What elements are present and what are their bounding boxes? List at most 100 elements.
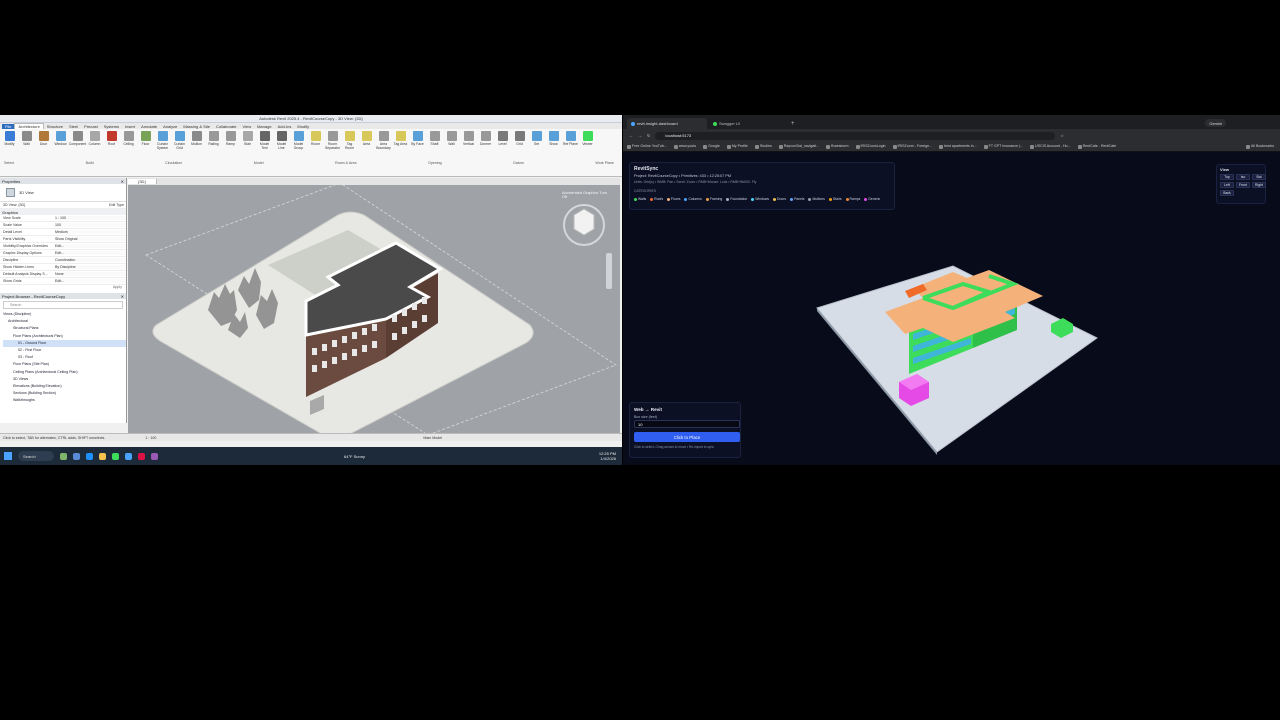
ribbon-tab-12[interactable]: Manage <box>254 124 274 129</box>
bookmark-item[interactable]: www.youtu <box>673 144 696 149</box>
ribbon-button[interactable]: Ceiling <box>121 131 136 174</box>
ribbon-button[interactable]: Show <box>546 131 561 174</box>
widgets-icon[interactable] <box>60 452 67 460</box>
bookmark-item[interactable]: best apartments in... <box>939 144 977 149</box>
reload-icon[interactable]: ↻ <box>647 133 650 138</box>
category-toggle[interactable]: Columns <box>684 197 702 201</box>
ribbon-button[interactable]: Curtain Grid <box>172 131 187 174</box>
ribbon-tab-9[interactable]: Massing & Site <box>180 124 213 129</box>
ribbon-button[interactable]: Set <box>529 131 544 174</box>
ribbon-tab-6[interactable]: Insert <box>122 124 138 129</box>
ribbon-tab-11[interactable]: View <box>239 124 254 129</box>
ribbon-button[interactable]: Floor <box>138 131 153 174</box>
box-size-input[interactable]: 10 <box>634 420 740 428</box>
ribbon-tab-13[interactable]: Add-Ins <box>275 124 295 129</box>
address-bar[interactable]: localhost:5173 <box>655 131 1056 140</box>
ribbon-button[interactable]: Grid <box>512 131 527 174</box>
ribbon-tab-2[interactable]: Structure <box>44 124 66 129</box>
bookmark-item[interactable]: Brainstorm <box>826 144 849 149</box>
bookmark-item[interactable]: USCIS Account - Ho... <box>1030 144 1071 149</box>
view-button-bot[interactable]: Bot <box>1252 174 1266 180</box>
browser-tree-item[interactable]: Ceiling Plans (Architectural Ceiling Pla… <box>3 369 126 376</box>
app-icon[interactable] <box>138 452 145 460</box>
ribbon-tab-0[interactable]: File <box>2 123 15 129</box>
file-explorer-icon[interactable] <box>99 452 106 460</box>
bookmark-item[interactable]: My Profile <box>726 144 748 149</box>
property-value[interactable]: Edit... <box>55 244 126 248</box>
new-tab-icon[interactable]: + <box>791 121 795 127</box>
bookmark-item[interactable]: IRISZoomLogin <box>855 144 886 149</box>
category-toggle[interactable]: Roofs <box>650 197 663 201</box>
ribbon-button[interactable]: Room <box>308 131 323 174</box>
ribbon-button[interactable]: Door <box>36 131 51 174</box>
property-value[interactable]: Medium <box>55 230 126 234</box>
windows-start-icon[interactable] <box>4 452 12 460</box>
taskbar-search[interactable]: Search <box>18 451 54 461</box>
view-button-iso[interactable]: Iso <box>1236 174 1250 180</box>
weather-widget[interactable]: 64°F Sunny <box>344 454 365 459</box>
ribbon-button[interactable]: Dormer <box>478 131 493 174</box>
bookmark-item[interactable]: Studies <box>754 144 772 149</box>
ribbon-button[interactable]: Roof <box>104 131 119 174</box>
navigation-bar[interactable] <box>606 253 612 289</box>
tab-revit-dashboard[interactable]: revit-insight-dashboard <box>627 118 707 129</box>
ribbon-button[interactable]: Tag Room <box>342 131 357 174</box>
browser-tree-item[interactable]: Walkthroughs <box>3 397 126 404</box>
browser-tree-item[interactable]: Elevations (Building Elevation) <box>3 383 126 390</box>
category-toggle[interactable]: Doors <box>773 197 786 201</box>
vscode-icon[interactable] <box>151 452 158 460</box>
ribbon-button[interactable]: Model Group <box>291 131 306 174</box>
bookmark-item[interactable]: FT GPT Insurance |... <box>983 144 1023 149</box>
close-icon[interactable]: ✕ <box>121 294 124 299</box>
browser-tree-item[interactable]: Views (Discipline) <box>3 311 126 318</box>
edge-icon[interactable] <box>86 452 93 460</box>
category-toggle[interactable]: Floors <box>667 197 680 201</box>
ribbon-tab-10[interactable]: Collaborate <box>213 124 239 129</box>
ribbon-tab-1[interactable]: Architecture <box>14 123 44 129</box>
ribbon-button[interactable]: Mullion <box>189 131 204 174</box>
ribbon-button[interactable]: Model Text <box>257 131 272 174</box>
ribbon-tab-7[interactable]: Annotate <box>138 124 160 129</box>
view-button-left[interactable]: Left <box>1220 182 1234 188</box>
browser-tree-item[interactable]: 3D Views <box>3 376 126 383</box>
bookmark-item[interactable]: All Bookmarks <box>1246 144 1274 149</box>
property-value[interactable]: 1 : 100 <box>55 216 126 220</box>
close-icon[interactable]: ✕ <box>121 179 124 184</box>
ribbon-button[interactable]: Ref Plane <box>563 131 578 174</box>
category-toggle[interactable]: Walls <box>634 197 646 201</box>
ribbon-tab-3[interactable]: Steel <box>66 124 81 129</box>
ribbon-button[interactable]: Window <box>53 131 68 174</box>
property-value[interactable]: By Discipline <box>55 265 126 269</box>
ribbon-button[interactable]: Ramp <box>223 131 238 174</box>
ribbon-button[interactable]: Model Line <box>274 131 289 174</box>
category-toggle[interactable]: Ramps <box>845 197 860 201</box>
view-button-front[interactable]: Front <box>1236 182 1250 188</box>
property-value[interactable]: None <box>55 272 126 276</box>
browser-tree-item[interactable]: Structural Plans <box>3 325 126 332</box>
ribbon-tab-4[interactable]: Precast <box>81 124 101 129</box>
system-clock[interactable]: 12:25 PM 1/4/2026 <box>599 451 616 461</box>
ribbon-button[interactable]: Vertical <box>461 131 476 174</box>
ribbon-button[interactable]: Column <box>87 131 102 174</box>
ribbon-button[interactable]: Component <box>69 131 86 174</box>
tab-swagger[interactable]: Swagger UI <box>709 118 789 129</box>
ribbon-button[interactable]: Modify <box>2 131 17 174</box>
bookmark-item[interactable]: Free Online YouTub... <box>627 144 667 149</box>
ribbon-button[interactable]: Stair <box>240 131 255 174</box>
revit-3d-viewport[interactable]: Accelerated Graphics Turn Off <box>128 185 620 433</box>
property-value[interactable]: Edit... <box>55 251 126 255</box>
ribbon-button[interactable]: Viewer <box>580 131 595 174</box>
browser-tree-item[interactable]: Architectural <box>3 318 126 325</box>
view-button-top[interactable]: Top <box>1220 174 1234 180</box>
task-view-icon[interactable] <box>73 452 80 460</box>
browser-tree-item[interactable]: 01 - Ground Floor <box>3 339 126 348</box>
category-toggle[interactable]: Framing <box>705 197 722 201</box>
browser-tree-item[interactable]: 02 - First Floor <box>3 347 126 354</box>
property-value[interactable]: 100 <box>55 223 126 227</box>
ribbon-button[interactable]: Wall <box>19 131 34 174</box>
type-selector[interactable]: 3D View <box>0 184 126 202</box>
category-toggle[interactable]: Mullions <box>808 197 825 201</box>
category-toggle[interactable]: Generic <box>864 197 880 201</box>
apply-button[interactable]: Apply <box>0 285 126 291</box>
ribbon-button[interactable]: Wall <box>444 131 459 174</box>
